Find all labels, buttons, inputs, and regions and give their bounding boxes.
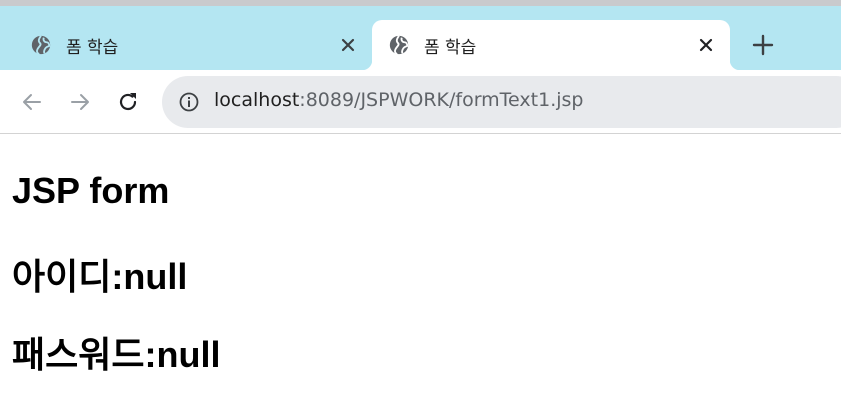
page-heading: JSP form <box>12 170 170 211</box>
tab-strip: 폼 학습 폼 학습 <box>0 6 841 70</box>
globe-icon <box>31 35 51 55</box>
plus-icon[interactable] <box>752 34 774 56</box>
close-icon[interactable] <box>338 35 358 55</box>
url-path: :8089/JSPWORK/formText1.jsp <box>299 89 584 111</box>
url-text[interactable]: localhost:8089/JSPWORK/formText1.jsp <box>214 89 583 111</box>
url-host: localhost <box>214 89 300 111</box>
close-icon[interactable] <box>696 35 716 55</box>
address-bar[interactable]: localhost:8089/JSPWORK/formText1.jsp <box>162 76 841 128</box>
password-output: 패스워드:null <box>12 334 221 375</box>
reload-icon[interactable] <box>116 90 140 114</box>
tab-2[interactable]: 폼 학습 <box>362 20 740 70</box>
globe-icon <box>389 35 409 55</box>
browser-toolbar: localhost:8089/JSPWORK/formText1.jsp <box>0 70 841 134</box>
id-output: 아이디:null <box>12 256 188 297</box>
tab-1-title: 폼 학습 <box>66 38 119 58</box>
forward-arrow-icon[interactable] <box>68 90 92 114</box>
tab-2-title: 폼 학습 <box>424 38 477 58</box>
tab-1[interactable]: 폼 학습 <box>14 20 366 70</box>
info-icon[interactable] <box>178 91 200 113</box>
back-arrow-icon[interactable] <box>20 90 44 114</box>
